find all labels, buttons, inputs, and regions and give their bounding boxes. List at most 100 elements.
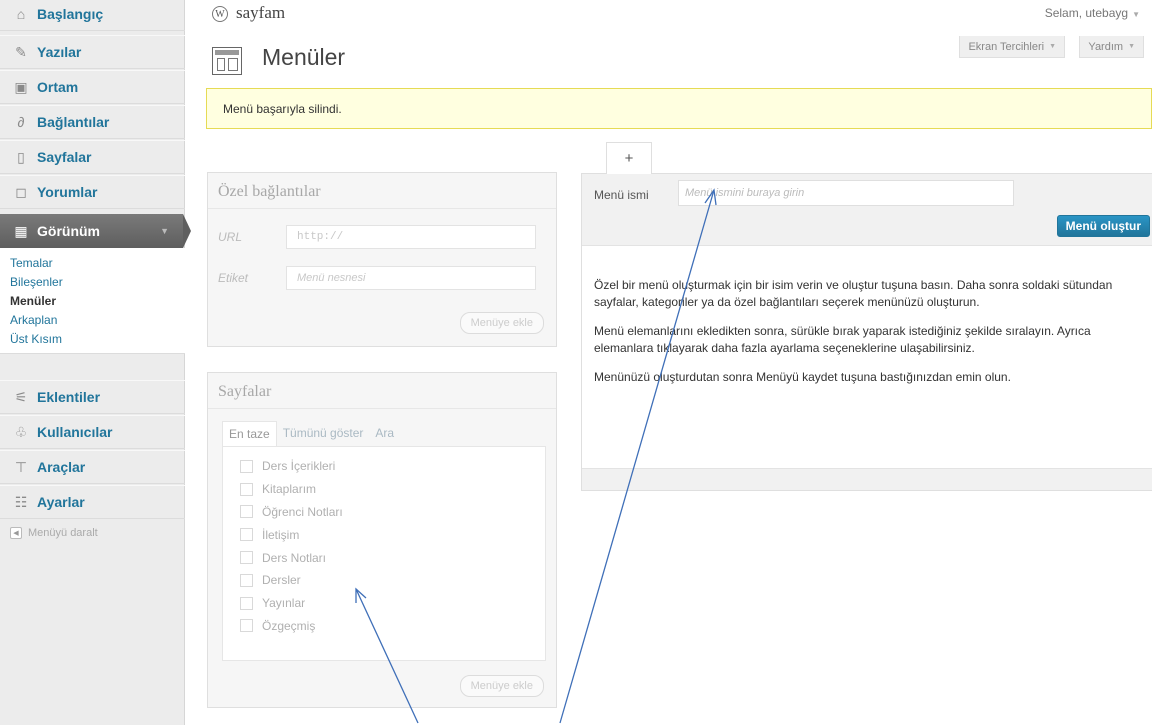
chevron-down-icon: ▼: [1128, 43, 1135, 50]
url-row: URL http://: [218, 225, 536, 249]
page-checkbox[interactable]: [240, 551, 253, 565]
sidebar-item-label: Bağlantılar: [37, 114, 110, 130]
page-checkbox[interactable]: [240, 528, 253, 542]
page-title: Menüler: [262, 44, 346, 70]
instruction-paragraph: Menü elemanlarını ekledikten sonra, sürü…: [594, 324, 1091, 355]
tab-most-recent[interactable]: En taze: [222, 421, 277, 446]
pages-tabs: En taze Tümünü göster Ara: [222, 421, 400, 446]
instruction-paragraph: Özel bir menü oluşturmak için bir isim v…: [594, 278, 1113, 309]
add-menu-tab[interactable]: +: [606, 142, 652, 174]
user-greeting[interactable]: Selam, utebayg ▼: [1045, 6, 1140, 20]
menu-instructions: Özel bir menü oluşturmak için bir isim v…: [594, 277, 1146, 398]
menu-name-label: Menü ismi: [594, 188, 649, 202]
success-notice: Menü başarıyla silindi.: [206, 88, 1152, 129]
page-label[interactable]: Dersler: [262, 573, 301, 587]
tools-icon: ⊤: [14, 458, 28, 475]
submenu-item-background[interactable]: Arkaplan: [0, 311, 185, 330]
pages-box-title[interactable]: Sayfalar: [208, 373, 556, 409]
list-item: Özgeçmiş: [223, 615, 545, 638]
pages-checklist: Ders İçerikleri Kitaplarım Öğrenci Notla…: [222, 446, 546, 661]
pages-icon: ▯: [17, 148, 25, 165]
sidebar-item-settings[interactable]: ☷ Ayarlar: [0, 485, 185, 519]
sidebar-item-media[interactable]: ▣ Ortam: [0, 70, 185, 104]
link-icon: ∂: [17, 114, 25, 130]
page-checkbox[interactable]: [240, 573, 253, 587]
submenu-item-themes[interactable]: Temalar: [0, 254, 185, 273]
menu-editor-footer: [582, 468, 1152, 490]
pages-box: Sayfalar En taze Tümünü göster Ara Ders …: [207, 372, 557, 708]
sidebar-item-plugins[interactable]: ⚟ Eklentiler: [0, 380, 185, 414]
list-item: İletişim: [223, 523, 545, 546]
chevron-down-icon: ▼: [160, 226, 169, 236]
pushpin-icon: ✎: [15, 43, 27, 60]
page-label[interactable]: Öğrenci Notları: [262, 505, 343, 519]
sidebar-item-tools[interactable]: ⊤ Araçlar: [0, 450, 185, 484]
link-label-row: Etiket Menü nesnesi: [218, 266, 536, 290]
url-label: URL: [218, 230, 243, 244]
collapse-arrow-icon: ◀: [10, 527, 22, 539]
page-label[interactable]: Ders Notları: [262, 551, 326, 565]
page-label[interactable]: Özgeçmiş: [262, 619, 315, 633]
admin-sidebar: ⌂ Başlangıç ✎ Yazılar ▣ Ortam ∂ Bağlantı…: [0, 0, 191, 725]
create-menu-button[interactable]: Menü oluştur: [1056, 215, 1150, 237]
list-item: Dersler: [223, 569, 545, 592]
submenu-item-widgets[interactable]: Bileşenler: [0, 273, 185, 292]
sidebar-item-label: Sayfalar: [37, 149, 92, 165]
collapse-menu-label: Menüyü daralt: [28, 527, 98, 539]
list-item: Kitaplarım: [223, 478, 545, 501]
sidebar-item-label: Ayarlar: [37, 494, 85, 510]
page-label[interactable]: İletişim: [262, 528, 299, 542]
page-label[interactable]: Yayınlar: [262, 596, 305, 610]
page-label[interactable]: Ders İçerikleri: [262, 459, 335, 473]
screen-options-button[interactable]: Ekran Tercihleri ▼: [959, 36, 1065, 58]
list-item: Yayınlar: [223, 592, 545, 615]
media-icon: ▣: [14, 78, 28, 95]
menus-page-icon: [212, 47, 242, 75]
list-item: Ders İçerikleri: [223, 455, 545, 478]
page-checkbox[interactable]: [240, 459, 253, 473]
sidebar-item-posts[interactable]: ✎ Yazılar: [0, 35, 185, 69]
submenu-item-header[interactable]: Üst Kısım: [0, 330, 185, 349]
sidebar-item-label: Kullanıcılar: [37, 424, 113, 440]
instruction-paragraph: Menünüzü oluşturdutan sonra Menüyü kayde…: [594, 370, 1011, 384]
tab-view-all[interactable]: Tümünü göster: [277, 421, 370, 446]
page-label[interactable]: Kitaplarım: [262, 482, 316, 496]
tab-search[interactable]: Ara: [369, 421, 400, 446]
page-checkbox[interactable]: [240, 482, 253, 496]
help-button[interactable]: Yardım ▼: [1079, 36, 1144, 58]
sidebar-item-users[interactable]: ♧ Kullanıcılar: [0, 415, 185, 449]
sidebar-item-comments[interactable]: ◻ Yorumlar: [0, 175, 185, 209]
page-checkbox[interactable]: [240, 596, 253, 610]
menu-editor-header: Menü ismi Menü ismini buraya girin Menü …: [582, 174, 1152, 246]
sidebar-item-label: Görünüm: [37, 223, 100, 239]
custom-links-title[interactable]: Özel bağlantılar: [208, 173, 556, 209]
collapse-menu-button[interactable]: ◀ Menüyü daralt: [10, 527, 98, 539]
sidebar-item-appearance[interactable]: ▦ Görünüm ▼: [0, 214, 191, 248]
wordpress-logo-icon[interactable]: W: [212, 6, 228, 22]
sidebar-item-dashboard[interactable]: ⌂ Başlangıç: [0, 0, 185, 31]
page-checkbox[interactable]: [240, 619, 253, 633]
notice-text: Menü başarıyla silindi.: [223, 101, 342, 116]
menu-name-input[interactable]: Menü ismini buraya girin: [678, 180, 1014, 206]
add-to-menu-button[interactable]: Menüye ekle: [459, 312, 544, 334]
submenu-item-menus[interactable]: Menüler: [0, 292, 185, 311]
add-pages-to-menu-button[interactable]: Menüye ekle: [459, 675, 544, 697]
dashboard-icon: ⌂: [16, 6, 26, 22]
users-icon: ♧: [14, 423, 28, 440]
user-greeting-label: Selam, utebayg: [1044, 6, 1129, 20]
help-label: Yardım: [1088, 40, 1124, 53]
sidebar-item-label: Başlangıç: [37, 6, 104, 22]
menu-editor-panel: Menü ismi Menü ismini buraya girin Menü …: [581, 173, 1152, 491]
sidebar-item-links[interactable]: ∂ Bağlantılar: [0, 105, 185, 139]
site-name-link[interactable]: sayfam: [236, 3, 285, 23]
url-input[interactable]: http://: [286, 225, 536, 249]
link-label-input[interactable]: Menü nesnesi: [286, 266, 536, 290]
sidebar-item-label: Yazılar: [37, 44, 82, 60]
sidebar-item-pages[interactable]: ▯ Sayfalar: [0, 140, 185, 174]
appearance-submenu: Temalar Bileşenler Menüler Arkaplan Üst …: [0, 248, 185, 354]
link-label-label: Etiket: [218, 271, 249, 285]
plugin-icon: ⚟: [14, 388, 28, 405]
sidebar-item-label: Araçlar: [37, 459, 86, 475]
page-checkbox[interactable]: [240, 505, 253, 519]
sidebar-item-label: Ortam: [37, 79, 79, 95]
